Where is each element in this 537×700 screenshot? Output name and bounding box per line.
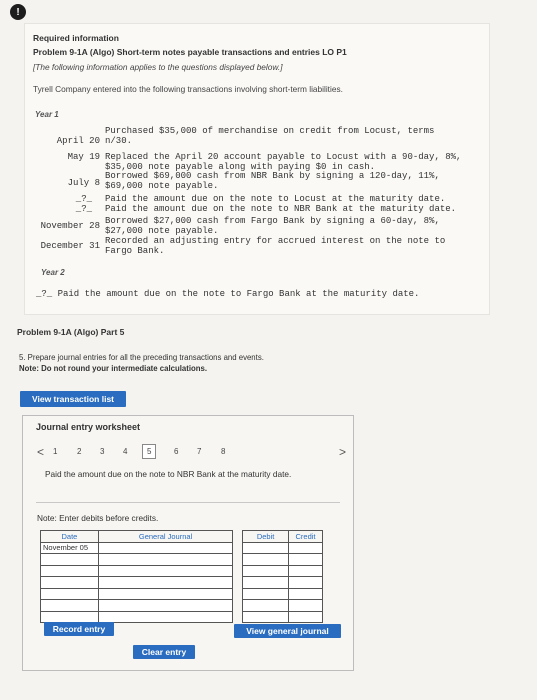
- year2-transaction: _?_ Paid the amount due on the note to F…: [36, 289, 420, 299]
- credit-header: Credit: [288, 530, 323, 543]
- debit-header: Debit: [242, 530, 290, 543]
- date-cell[interactable]: [40, 599, 99, 612]
- transaction-line: Fargo Bank.: [105, 245, 165, 256]
- page-5-active[interactable]: 5: [142, 444, 157, 459]
- table-row: [40, 553, 323, 566]
- debit-cell[interactable]: [242, 576, 290, 589]
- transaction-date: July 8: [67, 178, 100, 188]
- transaction-description: Recorded an adjusting entry for accrued …: [105, 236, 475, 256]
- credit-cell[interactable]: [288, 610, 323, 623]
- page-3[interactable]: 3: [100, 447, 104, 456]
- table-row: [40, 610, 323, 623]
- transaction-date: December 31: [40, 241, 100, 251]
- credit-cell[interactable]: [288, 599, 323, 612]
- account-cell[interactable]: [97, 553, 234, 566]
- debit-cell[interactable]: [242, 599, 290, 612]
- transaction-date: April 20: [56, 136, 100, 146]
- date-cell[interactable]: [40, 587, 99, 600]
- row-gap: [233, 588, 243, 600]
- worksheet-description: Paid the amount due on the note to NBR B…: [45, 469, 292, 479]
- account-cell[interactable]: [97, 610, 234, 623]
- alert-icon: !: [10, 4, 26, 20]
- transaction-date: May 19: [67, 152, 100, 162]
- transaction-description: Borrowed $69,000 cash from NBR Bank by s…: [105, 171, 475, 191]
- page-4[interactable]: 4: [123, 447, 127, 456]
- transaction-description: Replaced the April 20 account payable to…: [105, 152, 475, 172]
- transaction-description: Paid the amount due on the note to NBR B…: [105, 204, 475, 215]
- date-cell[interactable]: November 05: [40, 541, 99, 554]
- transaction-line: $69,000 note payable.: [105, 180, 219, 191]
- worksheet-pagination: < 1 2 3 4 5 6 7 8 >: [37, 444, 347, 461]
- general-journal-header: General Journal: [97, 530, 234, 543]
- transaction-date: _?_: [75, 204, 92, 214]
- row-gap: [233, 600, 243, 612]
- date-cell[interactable]: [40, 610, 99, 623]
- debit-cell[interactable]: [242, 587, 290, 600]
- table-row: [40, 587, 323, 600]
- row-gap: [233, 611, 243, 623]
- worksheet-title: Journal entry worksheet: [36, 422, 141, 432]
- transaction-line: n/30.: [105, 135, 133, 146]
- instruction-text: 5. Prepare journal entries for all the p…: [19, 353, 264, 362]
- row-gap: [233, 577, 243, 589]
- row-gap: [233, 554, 243, 566]
- date-cell[interactable]: [40, 576, 99, 589]
- table-row: [40, 576, 323, 589]
- record-entry-button[interactable]: Record entry: [44, 622, 114, 636]
- page-8[interactable]: 8: [221, 447, 225, 456]
- credit-cell[interactable]: [288, 576, 323, 589]
- table-row: [40, 564, 323, 577]
- chevron-left-icon[interactable]: <: [37, 445, 44, 459]
- credit-cell[interactable]: [288, 553, 323, 566]
- debits-note: Note: Enter debits before credits.: [37, 513, 159, 523]
- debit-cell[interactable]: [242, 553, 290, 566]
- transaction-line: $27,000 note payable.: [105, 225, 219, 236]
- row-gap: [233, 542, 243, 554]
- credit-cell[interactable]: [288, 587, 323, 600]
- table-row: [40, 599, 323, 612]
- year2-label: Year 2: [41, 268, 65, 277]
- journal-entry-table: Date General Journal Debit Credit Novemb…: [40, 530, 323, 623]
- transaction-line: Paid the amount due on the note to NBR B…: [105, 204, 457, 214]
- header-gap: [233, 531, 243, 543]
- account-cell[interactable]: [97, 576, 234, 589]
- transaction-description: Borrowed $27,000 cash from Fargo Bank by…: [105, 216, 475, 236]
- debit-cell[interactable]: [242, 564, 290, 577]
- account-cell[interactable]: [97, 564, 234, 577]
- table-row: November 05: [40, 541, 323, 554]
- clear-entry-button[interactable]: Clear entry: [133, 645, 195, 659]
- account-cell[interactable]: [97, 587, 234, 600]
- transaction-description: Purchased $35,000 of merchandise on cred…: [105, 126, 475, 146]
- page-6[interactable]: 6: [174, 447, 178, 456]
- year1-label: Year 1: [35, 110, 59, 119]
- transaction-date: November 28: [40, 221, 100, 231]
- intro-text: Tyrell Company entered into the followin…: [33, 84, 343, 94]
- required-info-title: Required information: [33, 33, 119, 43]
- problem-title: Problem 9-1A (Algo) Short-term notes pay…: [33, 47, 347, 57]
- transaction-line: Purchased $35,000 of merchandise on cred…: [105, 126, 435, 136]
- date-cell[interactable]: [40, 553, 99, 566]
- info-note: [The following information applies to th…: [33, 62, 283, 72]
- part-title: Problem 9-1A (Algo) Part 5: [17, 327, 125, 337]
- rounding-note: Note: Do not round your intermediate cal…: [19, 364, 208, 373]
- credit-cell[interactable]: [288, 564, 323, 577]
- page-2[interactable]: 2: [77, 447, 81, 456]
- view-general-journal-button[interactable]: View general journal: [234, 624, 341, 638]
- divider: [36, 502, 340, 503]
- view-transaction-list-button[interactable]: View transaction list: [20, 391, 126, 407]
- debit-cell[interactable]: [242, 541, 290, 554]
- date-header: Date: [40, 530, 99, 543]
- chevron-right-icon[interactable]: >: [339, 445, 346, 459]
- row-gap: [233, 565, 243, 577]
- debit-cell[interactable]: [242, 610, 290, 623]
- credit-cell[interactable]: [288, 541, 323, 554]
- page-7[interactable]: 7: [197, 447, 201, 456]
- account-cell[interactable]: [97, 541, 234, 554]
- account-cell[interactable]: [97, 599, 234, 612]
- page-1[interactable]: 1: [53, 447, 57, 456]
- date-cell[interactable]: [40, 564, 99, 577]
